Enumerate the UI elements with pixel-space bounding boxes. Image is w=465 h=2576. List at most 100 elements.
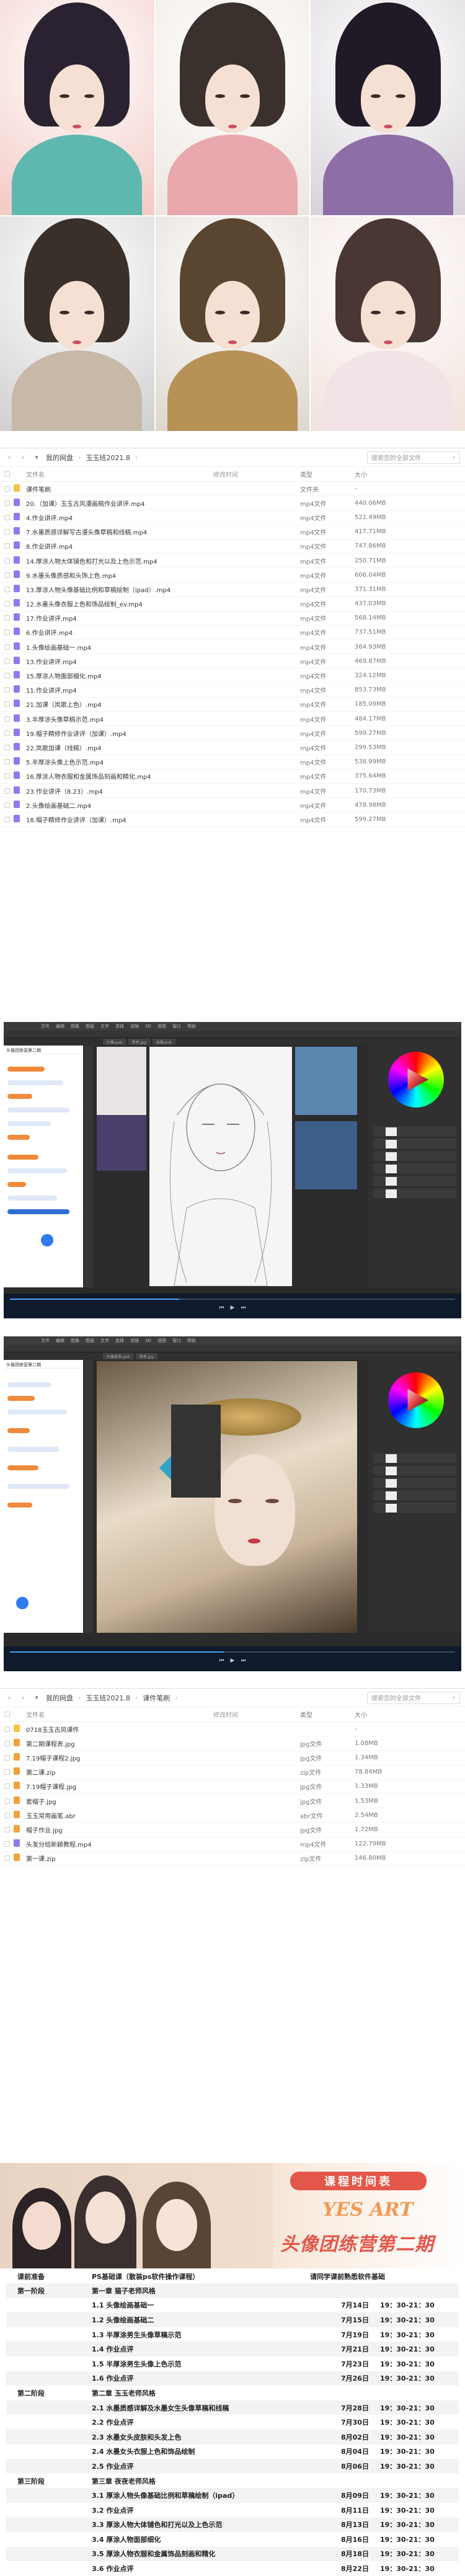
row-checkbox[interactable]	[0, 1740, 14, 1746]
file-name[interactable]: 套帽子.jpg	[26, 1797, 213, 1806]
painting-canvas[interactable]	[97, 1361, 357, 1633]
color-wheel[interactable]	[388, 1052, 444, 1108]
file-row[interactable]: 18.帽子精修作业讲评（加课）.mp4 mp4文件 599.27MB	[0, 812, 465, 827]
layer-item[interactable]	[373, 1465, 456, 1477]
file-name[interactable]: 6.作业讲评.mp4	[26, 628, 213, 637]
header-size[interactable]: 大小	[355, 1710, 404, 1719]
layer-item[interactable]	[373, 1478, 456, 1489]
file-row[interactable]: 第二课.zip zip文件 78.84MB	[0, 1765, 465, 1780]
dropdown-icon[interactable]: ▾	[32, 453, 41, 461]
row-checkbox[interactable]	[0, 673, 14, 679]
send-icon[interactable]	[41, 1234, 53, 1246]
progress-bar[interactable]	[10, 1299, 455, 1300]
file-row[interactable]: 15.厚涂人物面部细化.mp4 mp4文件 324.12MB	[0, 668, 465, 683]
send-icon[interactable]	[16, 1597, 29, 1609]
row-checkbox[interactable]	[0, 759, 14, 765]
file-name[interactable]: 16.厚涂人物衣服和金属饰品刻画和精化.mp4	[26, 771, 213, 781]
file-name[interactable]: 12.水墨头像衣服上色和饰品绘制_ev.mp4	[26, 599, 213, 608]
brush-panel[interactable]	[171, 1405, 221, 1498]
file-name[interactable]: 22.岚歌加课（线稿）.mp4	[26, 743, 213, 752]
file-row[interactable]: 12.水墨头像衣服上色和饰品绘制_ev.mp4 mp4文件 437.03MB	[0, 597, 465, 611]
file-row[interactable]: 第一课.zip zip文件 146.80MB	[0, 1852, 465, 1866]
row-checkbox[interactable]	[0, 1754, 14, 1761]
file-name[interactable]: 5.半厚涂头像上色示范.mp4	[26, 757, 213, 766]
row-checkbox[interactable]	[0, 644, 14, 650]
row-checkbox[interactable]	[0, 1783, 14, 1790]
row-checkbox[interactable]	[0, 1798, 14, 1804]
row-checkbox[interactable]	[0, 514, 14, 520]
file-row[interactable]: 6.作业讲评.mp4 mp4文件 737.51MB	[0, 626, 465, 641]
file-name[interactable]: 13.厚涂人物头像基础比例和草稿绘制（ipad）.mp4	[26, 585, 213, 594]
file-name[interactable]: 第一课.zip	[26, 1854, 213, 1863]
row-checkbox[interactable]	[0, 529, 14, 535]
file-row[interactable]: 课件笔刷 文件夹 -	[0, 482, 465, 497]
row-checkbox[interactable]	[0, 486, 14, 492]
file-name[interactable]: 21.加课（岚歌上色）.mp4	[26, 700, 213, 709]
layer-item[interactable]	[373, 1503, 456, 1514]
next-icon[interactable]: ⏭	[241, 1305, 246, 1311]
row-checkbox[interactable]	[0, 1726, 14, 1732]
search-input[interactable]: 搜索您的全部文件 ⌕	[367, 1691, 460, 1704]
file-row[interactable]: 13.作业讲评.mp4 mp4文件 469.87MB	[0, 654, 465, 669]
file-row[interactable]: 4.作业讲评.mp4 mp4文件 521.49MB	[0, 510, 465, 525]
breadcrumb-item[interactable]: 我的网盘	[46, 1693, 73, 1703]
row-checkbox[interactable]	[0, 788, 14, 794]
row-checkbox[interactable]	[0, 730, 14, 736]
row-checkbox[interactable]	[0, 701, 14, 708]
row-checkbox[interactable]	[0, 1812, 14, 1818]
file-row[interactable]: 7.19帽子课程.jpg jpg文件 1.33MB	[0, 1780, 465, 1794]
file-row[interactable]: 19.帽子精修作业讲评（加课）.mp4 mp4文件 599.27MB	[0, 726, 465, 741]
progress-bar[interactable]	[10, 1651, 455, 1653]
row-checkbox[interactable]	[0, 1769, 14, 1775]
row-checkbox[interactable]	[0, 557, 14, 564]
layer-item[interactable]	[373, 1490, 456, 1501]
breadcrumb-item[interactable]: 我的网盘	[46, 453, 73, 463]
file-row[interactable]: 玉玉常用画笔.abr abr文件 2.54MB	[0, 1808, 465, 1823]
row-checkbox[interactable]	[0, 629, 14, 636]
file-name[interactable]: 13.作业讲评.mp4	[26, 657, 213, 666]
file-row[interactable]: 17.作业讲评.mp4 mp4文件 568.14MB	[0, 611, 465, 626]
layer-item[interactable]	[373, 1176, 456, 1187]
file-row[interactable]: 7.水墨质感详解写古漫头像草稿和线稿.mp4 mp4文件 417.71MB	[0, 525, 465, 540]
file-name[interactable]: 19.帽子精修作业讲评（加课）.mp4	[26, 729, 213, 738]
file-name[interactable]: 帽子作业.jpg	[26, 1825, 213, 1834]
file-name[interactable]: 1.头像绘画基础一.mp4	[26, 642, 213, 652]
file-name[interactable]: 17.作业讲评.mp4	[26, 613, 213, 623]
file-row[interactable]: 1.头像绘画基础一.mp4 mp4文件 364.93MB	[0, 640, 465, 655]
select-all-checkbox[interactable]	[0, 471, 14, 477]
layer-item[interactable]	[373, 1163, 456, 1175]
back-icon[interactable]: ‹	[5, 1694, 14, 1702]
file-name[interactable]: 7.19帽子课程.jpg	[26, 1782, 213, 1791]
row-checkbox[interactable]	[0, 615, 14, 621]
file-row[interactable]: 21.加课（岚歌上色）.mp4 mp4文件 185.09MB	[0, 698, 465, 712]
header-date[interactable]: 修改时间	[213, 469, 300, 479]
file-row[interactable]: 20.（加课）玉玉古风漫画稿作业讲评.mp4 mp4文件 440.06MB	[0, 496, 465, 511]
layer-item[interactable]	[373, 1151, 456, 1162]
select-all-checkbox[interactable]	[0, 1712, 14, 1717]
search-input[interactable]: 搜索您的全部文件 ⌕	[367, 451, 460, 464]
file-row[interactable]: 8.作业讲评.mp4 mp4文件 747.86MB	[0, 540, 465, 554]
row-checkbox[interactable]	[0, 816, 14, 822]
row-checkbox[interactable]	[0, 1841, 14, 1847]
file-row[interactable]: 5.半厚涂头像上色示范.mp4 mp4文件 538.99MB	[0, 755, 465, 770]
file-name[interactable]: 课件笔刷	[26, 484, 213, 494]
file-row[interactable]: 2.头像绘画基础二.mp4 mp4文件 478.98MB	[0, 798, 465, 813]
file-name[interactable]: 4.作业讲评.mp4	[26, 513, 213, 522]
layer-item[interactable]	[373, 1453, 456, 1464]
file-name[interactable]: 头发分组新颖教程.mp4	[26, 1839, 213, 1849]
breadcrumb-item[interactable]: 玉玉班2021.8	[86, 1693, 130, 1703]
file-row[interactable]: 3.半厚涂头像草稿示范.mp4 mp4文件 484.17MB	[0, 712, 465, 727]
file-row[interactable]: 13.厚涂人物头像基础比例和草稿绘制（ipad）.mp4 mp4文件 371.31M…	[0, 582, 465, 597]
file-name[interactable]: 11.作业讲评.mp4	[26, 685, 213, 695]
file-name[interactable]: 9.水墨头像质感和头饰上色.mp4	[26, 571, 213, 580]
file-name[interactable]: 8.作业讲评.mp4	[26, 541, 213, 551]
file-name[interactable]: 14.厚涂人物大体铺色和打光以及上色示范.mp4	[26, 556, 213, 566]
file-row[interactable]: 14.厚涂人物大体铺色和打光以及上色示范.mp4 mp4文件 250.71MB	[0, 554, 465, 569]
row-checkbox[interactable]	[0, 543, 14, 549]
breadcrumb-item[interactable]: 课件笔刷	[143, 1693, 170, 1703]
file-row[interactable]: 7.19帽子课程2.jpg jpg文件 1.34MB	[0, 1751, 465, 1765]
play-icon[interactable]: ▶	[231, 1658, 235, 1664]
row-checkbox[interactable]	[0, 1855, 14, 1862]
layer-item[interactable]	[373, 1139, 456, 1150]
file-row[interactable]: 套帽子.jpg jpg文件 1.53MB	[0, 1794, 465, 1809]
